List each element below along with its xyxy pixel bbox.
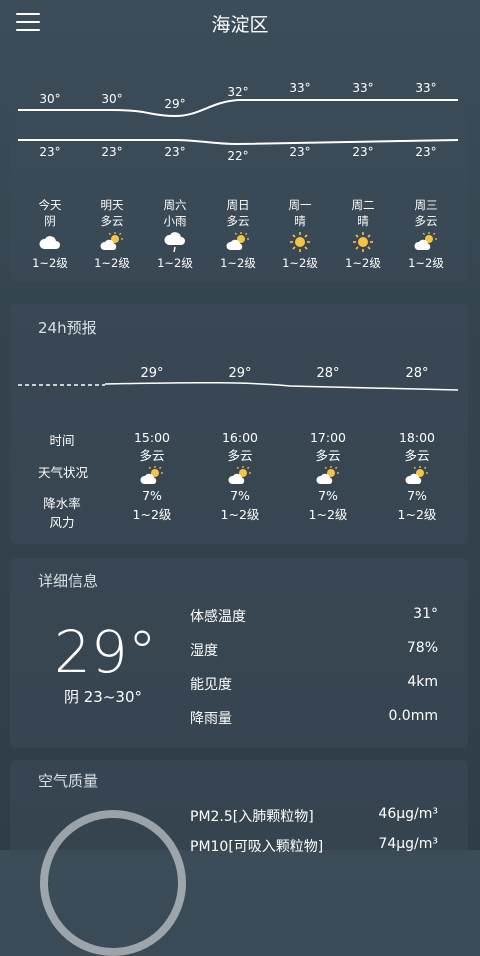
- hourly-condition: 多云: [315, 448, 341, 463]
- details-title: 详细信息: [38, 572, 99, 590]
- hourly-rain: 7%: [142, 488, 162, 503]
- hourly-condition: 多云: [227, 448, 253, 463]
- hourly-wind: 1~2级: [220, 507, 260, 522]
- hourly-column: 18:00 多云 7% 1~2级: [382, 430, 452, 523]
- detail-row: 湿度 78%: [190, 640, 438, 660]
- hourly-rain: 7%: [318, 488, 338, 503]
- hourly-time: 17:00: [309, 430, 347, 445]
- current-temperature: 29°: [54, 618, 157, 686]
- detail-label: 能见度: [190, 677, 232, 693]
- hourly-column: 17:00 多云 7% 1~2级: [293, 430, 363, 523]
- partly-cloudy-icon: [117, 464, 187, 488]
- rain-label: 降水率: [43, 496, 81, 511]
- detail-value: 31°: [413, 606, 438, 622]
- detail-label: 降雨量: [190, 711, 232, 727]
- hourly-wind: 1~2级: [132, 507, 172, 522]
- hourly-time: 15:00: [133, 430, 171, 445]
- hourly-time: 18:00: [398, 430, 436, 445]
- detail-value: 4km: [407, 674, 438, 690]
- hourly-condition: 多云: [139, 448, 165, 463]
- partly-cloudy-icon: [205, 464, 275, 488]
- hourly-temp: 28°: [316, 366, 340, 381]
- hourly-column: 15:00 多云 7% 1~2级: [117, 430, 187, 523]
- hourly-condition: 多云: [404, 448, 430, 463]
- hourly-wind: 1~2级: [308, 507, 348, 522]
- air-row: PM2.5[入肺颗粒物] 46μg/m³: [190, 806, 438, 826]
- detail-row: 体感温度 31°: [190, 606, 438, 626]
- detail-row: 能见度 4km: [190, 674, 438, 694]
- detail-row: 降雨量 0.0mm: [190, 708, 438, 728]
- hourly-time: 16:00: [221, 430, 259, 445]
- air-value: 46μg/m³: [378, 806, 438, 822]
- hourly-wind: 1~2级: [397, 507, 437, 522]
- air-row: PM10[可吸入颗粒物] 74μg/m³: [190, 836, 438, 856]
- hourly-rain: 7%: [407, 488, 427, 503]
- partly-cloudy-icon: [293, 464, 363, 488]
- hourly-curve: [18, 381, 459, 391]
- partly-cloudy-icon: [382, 464, 452, 488]
- aqi-gauge: [40, 810, 186, 956]
- time-label: 时间: [49, 433, 75, 448]
- detail-label: 体感温度: [190, 609, 246, 625]
- hourly-column: 16:00 多云 7% 1~2级: [205, 430, 275, 523]
- current-summary: 阴 23~30°: [64, 688, 143, 706]
- detail-value: 78%: [406, 640, 438, 656]
- hourly-temp: 28°: [405, 366, 429, 381]
- air-label: PM10[可吸入颗粒物]: [190, 839, 324, 855]
- air-label: PM2.5[入肺颗粒物]: [190, 809, 314, 825]
- detail-value: 0.0mm: [388, 708, 438, 724]
- air-title: 空气质量: [38, 772, 99, 790]
- condition-label: 天气状况: [37, 465, 88, 480]
- hourly-temp: 29°: [228, 366, 252, 381]
- detail-label: 湿度: [190, 643, 218, 659]
- wind-label: 风力: [49, 515, 75, 530]
- hourly-temp: 29°: [140, 366, 164, 381]
- hourly-rain: 7%: [230, 488, 250, 503]
